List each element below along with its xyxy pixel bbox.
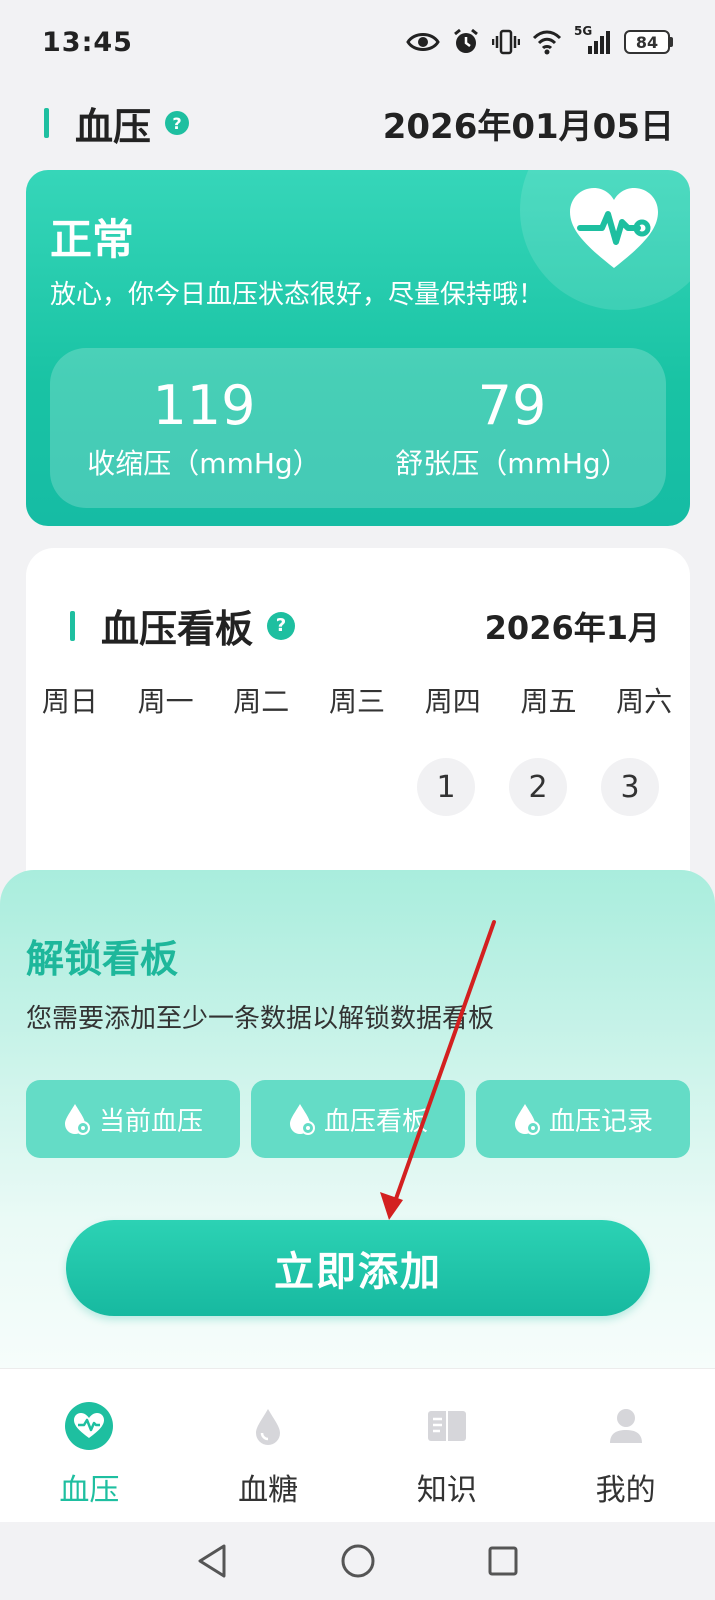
board-help-icon[interactable]: ? xyxy=(267,611,296,640)
home-icon[interactable] xyxy=(340,1543,376,1579)
add-now-button[interactable]: 立即添加 xyxy=(66,1220,650,1316)
vibrate-icon xyxy=(492,29,520,55)
weekday-row: 周日 周一 周二 周三 周四 周五 周六 xyxy=(22,680,692,720)
book-icon xyxy=(427,1411,466,1441)
bp-status-card: 正常 放心，你今日血压状态很好，尽量保持哦！ 119 收缩压（mmHg） 79 … xyxy=(26,170,690,526)
systolic-value: 119 xyxy=(152,374,256,437)
recents-icon[interactable] xyxy=(486,1544,520,1578)
title-accent-bar xyxy=(44,108,49,138)
chip-current-bp[interactable]: 当前血压 xyxy=(26,1080,240,1158)
calendar-day[interactable]: 3 xyxy=(601,758,659,816)
bp-status-message: 放心，你今日血压状态很好，尽量保持哦！ xyxy=(50,280,545,310)
drop-icon xyxy=(256,1409,281,1445)
nav-item-blood-pressure[interactable]: 血压 xyxy=(14,1369,164,1522)
status-time: 13:45 xyxy=(42,26,133,58)
nav-item-blood-sugar[interactable]: 血糖 xyxy=(193,1369,343,1522)
chip-label: 血压看板 xyxy=(323,1106,428,1137)
chip-bp-board[interactable]: 血压看板 xyxy=(251,1080,465,1158)
help-icon[interactable]: ? xyxy=(165,111,190,135)
diastolic-block: 79 舒张压（mmHg） xyxy=(358,348,666,508)
diastolic-value: 79 xyxy=(477,374,547,437)
calendar-day[interactable]: 2 xyxy=(509,758,567,816)
weekday-thu: 周四 xyxy=(424,685,481,718)
alarm-icon xyxy=(454,28,478,53)
calendar-day[interactable]: 1 xyxy=(417,758,475,816)
status-icons: 5G 84 xyxy=(406,24,673,56)
systolic-label: 收缩压（mmHg） xyxy=(87,447,321,480)
cellular-signal-icon: 5G xyxy=(574,24,612,56)
bottom-nav: 血压 血糖 知识 我的 xyxy=(0,1368,715,1522)
person-icon xyxy=(609,1409,642,1443)
drop-icon xyxy=(289,1104,315,1135)
weekday-wed: 周三 xyxy=(329,685,386,718)
page-header: 血压 ? 2026年01月05日 xyxy=(44,98,674,149)
nav-label: 知识 xyxy=(416,1473,477,1508)
eye-icon xyxy=(406,33,440,51)
weekday-sun: 周日 xyxy=(41,685,98,718)
weekday-fri: 周五 xyxy=(520,685,577,718)
feature-chips: 当前血压 血压看板 血压记录 xyxy=(26,1080,690,1158)
system-nav-bar xyxy=(0,1522,715,1600)
chip-bp-records[interactable]: 血压记录 xyxy=(476,1080,690,1158)
nav-item-knowledge[interactable]: 知识 xyxy=(372,1369,522,1522)
nav-label: 血压 xyxy=(59,1473,120,1508)
board-header: 血压看板 ? 2026年1月 xyxy=(70,598,660,653)
battery-icon: 84 xyxy=(624,30,673,54)
weekday-sat: 周六 xyxy=(616,685,673,718)
weekday-tue: 周二 xyxy=(233,685,290,718)
weekday-mon: 周一 xyxy=(137,685,194,718)
bp-values-box: 119 收缩压（mmHg） 79 舒张压（mmHg） xyxy=(50,348,666,508)
board-accent-bar xyxy=(70,610,75,641)
nav-label: 我的 xyxy=(595,1473,656,1508)
back-icon[interactable] xyxy=(196,1543,230,1579)
unlock-title: 解锁看板 xyxy=(26,937,179,981)
page-title: 血压 xyxy=(75,104,152,149)
current-date[interactable]: 2026年01月05日 xyxy=(383,99,674,148)
systolic-block: 119 收缩压（mmHg） xyxy=(50,348,358,508)
bp-status-label: 正常 xyxy=(50,215,135,264)
heart-pulse-icon xyxy=(65,1402,114,1450)
diastolic-label: 舒张压（mmHg） xyxy=(395,447,629,480)
status-bar: 13:45 5G 84 xyxy=(0,0,715,84)
unlock-description: 您需要添加至少一条数据以解锁数据看板 xyxy=(26,1004,495,1034)
wifi-icon xyxy=(532,30,562,55)
heart-pulse-icon xyxy=(570,188,658,268)
nav-item-mine[interactable]: 我的 xyxy=(551,1369,701,1522)
drop-icon xyxy=(514,1104,540,1135)
unlock-board-panel: 解锁看板 您需要添加至少一条数据以解锁数据看板 当前血压 血压看板 血压记录 立… xyxy=(0,870,715,1370)
board-title: 血压看板 xyxy=(101,607,254,651)
nav-label: 血糖 xyxy=(238,1473,299,1508)
battery-level: 84 xyxy=(635,32,659,52)
board-month[interactable]: 2026年1月 xyxy=(485,603,660,649)
chip-label: 血压记录 xyxy=(548,1106,653,1137)
drop-icon xyxy=(64,1104,90,1135)
chip-label: 当前血压 xyxy=(98,1106,203,1137)
